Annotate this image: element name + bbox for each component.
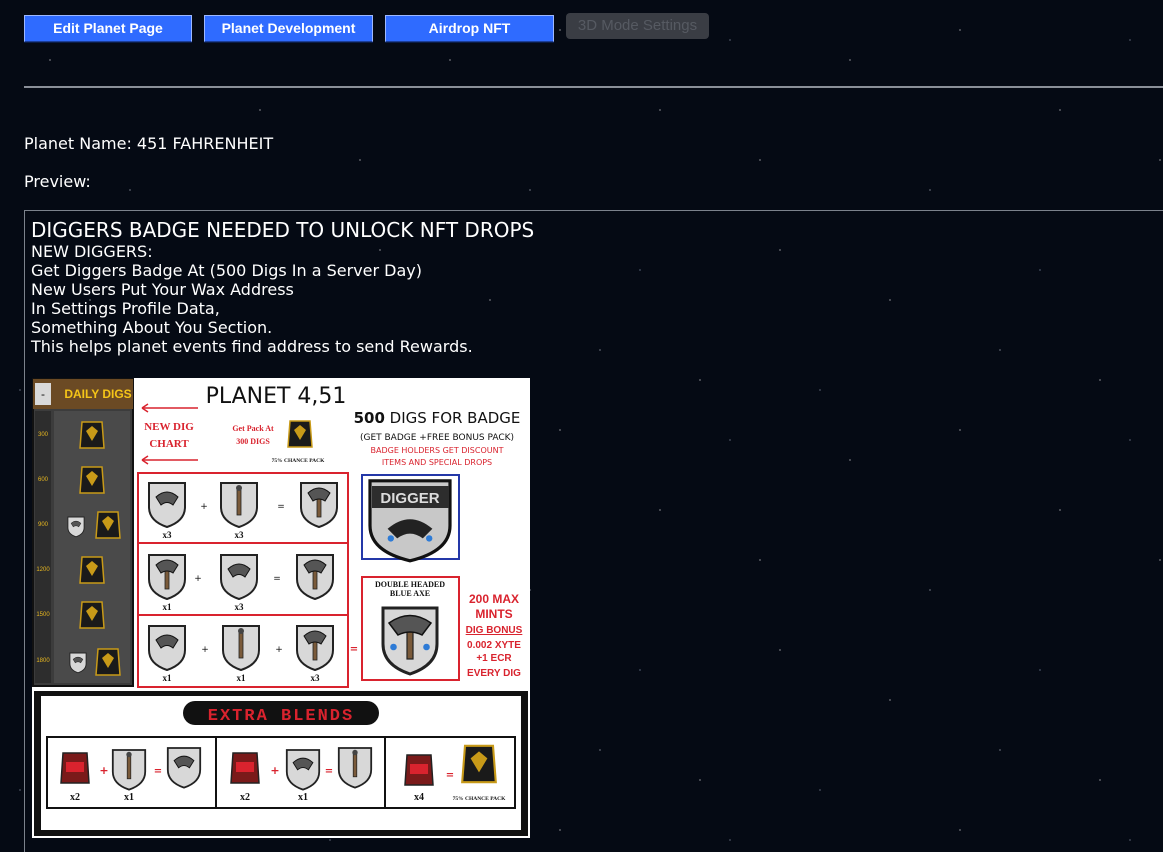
airdrop-nft-button[interactable]: Airdrop NFT: [385, 15, 554, 42]
3d-mode-settings-button[interactable]: 3D Mode Settings: [566, 13, 709, 39]
recipe-count: x3: [311, 673, 321, 683]
shield-icon: [222, 625, 260, 671]
extra-blends-title: EXTRA BLENDS: [208, 707, 354, 726]
shield-icon: [148, 482, 186, 528]
dig-bonus-label: DIG BONUS: [466, 625, 523, 636]
shield-icon: [148, 625, 186, 671]
blend-count: x2: [240, 792, 250, 803]
double-axe-label: DOUBLE HEADED: [375, 580, 445, 589]
preview-line: NEW DIGGERS:: [31, 242, 153, 261]
svg-text:+: +: [99, 764, 108, 777]
shield-icon: [296, 554, 334, 600]
pack-icon: [95, 511, 121, 539]
recipe-count: x1: [163, 673, 173, 683]
shield-icon: [67, 516, 85, 538]
svg-text:=: =: [350, 644, 358, 655]
preview-line: Get Diggers Badge At (500 Digs In a Serv…: [31, 261, 423, 280]
bonus-every-dig: EVERY DIG: [467, 668, 521, 679]
pack-icon: [95, 648, 121, 676]
badge-info-poster: - DAILY DIGS 300 600 900 1200 1500 1800 …: [32, 378, 530, 838]
recipe-count: x1: [237, 673, 247, 683]
blend-count: x1: [124, 792, 134, 803]
preview-line: Something About You Section.: [31, 318, 273, 337]
mints-label: MINTS: [475, 607, 512, 621]
red-pack-icon: [230, 752, 260, 784]
badge-sub-3: ITEMS AND SPECIAL DROPS: [382, 458, 492, 467]
chance-pack-label: 75% CHANCE PACK: [272, 458, 325, 464]
shield-icon: [220, 482, 258, 528]
badge-requirement-title: 500 DIGS FOR BADGE: [354, 409, 521, 427]
shield-icon: [296, 625, 334, 671]
svg-text:-: -: [41, 387, 45, 401]
pack-icon: [79, 421, 105, 449]
preview-panel: DIGGERS BADGE NEEDED TO UNLOCK NFT DROPS…: [24, 210, 1163, 852]
svg-text:=: =: [325, 766, 333, 777]
pack-icon: [79, 556, 105, 584]
edit-planet-page-button[interactable]: Edit Planet Page: [24, 15, 192, 42]
pack-icon: [79, 601, 105, 629]
pack-icon: [287, 420, 313, 448]
scale-label: 1500: [36, 612, 50, 618]
planet-name-label: Planet Name: 451 FAHRENHEIT: [24, 134, 274, 153]
scale-label: 1200: [36, 567, 50, 573]
digger-badge-label: DIGGER: [380, 490, 439, 507]
recipe-count: x3: [163, 530, 173, 540]
pack-icon: [461, 744, 497, 784]
shield-icon: [148, 554, 186, 600]
shield-icon: [300, 482, 338, 528]
poster-title: PLANET 4,51: [206, 384, 347, 409]
shield-icon: [220, 554, 258, 600]
red-pack-icon: [60, 752, 90, 784]
blue-axe-label: BLUE AXE: [390, 589, 430, 598]
svg-text:=: =: [446, 770, 454, 781]
shield-icon: [166, 747, 202, 789]
preview-label: Preview:: [24, 172, 91, 191]
recipe-count: x1: [163, 602, 173, 612]
svg-text:+: +: [201, 645, 209, 655]
scale-label: 300: [38, 432, 49, 438]
blend-count: x2: [70, 792, 80, 803]
badge-sub-2: BADGE HOLDERS GET DISCOUNT: [371, 446, 504, 455]
preview-heading: DIGGERS BADGE NEEDED TO UNLOCK NFT DROPS: [31, 218, 535, 242]
preview-text-lines: NEW DIGGERS: Get Diggers Badge At (500 D…: [31, 242, 473, 356]
get-pack-digs: 300 DIGS: [236, 437, 270, 446]
shield-icon: [285, 749, 321, 791]
blend-count: x1: [298, 792, 308, 803]
new-dig-label: NEW DIG: [144, 421, 194, 433]
bonus-xyte: 0.002 XYTE: [467, 640, 521, 651]
badge-sub-1: (GET BADGE +FREE BONUS PACK): [360, 433, 514, 443]
shield-icon: [69, 652, 87, 674]
scale-label: 600: [38, 477, 49, 483]
pack-icon: [79, 466, 105, 494]
scale-label: 900: [38, 522, 49, 528]
recipe-count: x3: [235, 602, 245, 612]
bonus-ecr: +1 ECR: [476, 653, 512, 664]
horizontal-divider: [24, 86, 1163, 88]
svg-text:=: =: [273, 574, 281, 584]
preview-line: This helps planet events find address to…: [31, 337, 473, 356]
planet-development-button[interactable]: Planet Development: [204, 15, 373, 42]
svg-text:=: =: [277, 502, 285, 512]
scale-label: 1800: [36, 658, 50, 664]
red-pack-icon: [404, 754, 434, 786]
get-pack-label: Get Pack At: [232, 424, 274, 433]
svg-text:+: +: [200, 502, 208, 512]
preview-line: In Settings Profile Data,: [31, 299, 220, 318]
blend-count: x4: [414, 792, 424, 803]
shield-icon: [111, 749, 147, 791]
svg-text:+: +: [270, 764, 279, 777]
svg-text:+: +: [194, 574, 202, 584]
daily-digs-title: DAILY DIGS: [64, 387, 131, 401]
shield-icon: [337, 747, 373, 789]
blue-axe-icon: [381, 606, 439, 676]
svg-text:+: +: [275, 645, 283, 655]
max-mints-label: 200 MAX: [469, 592, 519, 606]
chart-label: CHART: [149, 438, 189, 450]
svg-text:=: =: [154, 766, 162, 777]
recipe-count: x3: [235, 530, 245, 540]
preview-line: New Users Put Your Wax Address: [31, 280, 294, 299]
chance-pack-label: 75% CHANCE PACK: [453, 796, 506, 802]
